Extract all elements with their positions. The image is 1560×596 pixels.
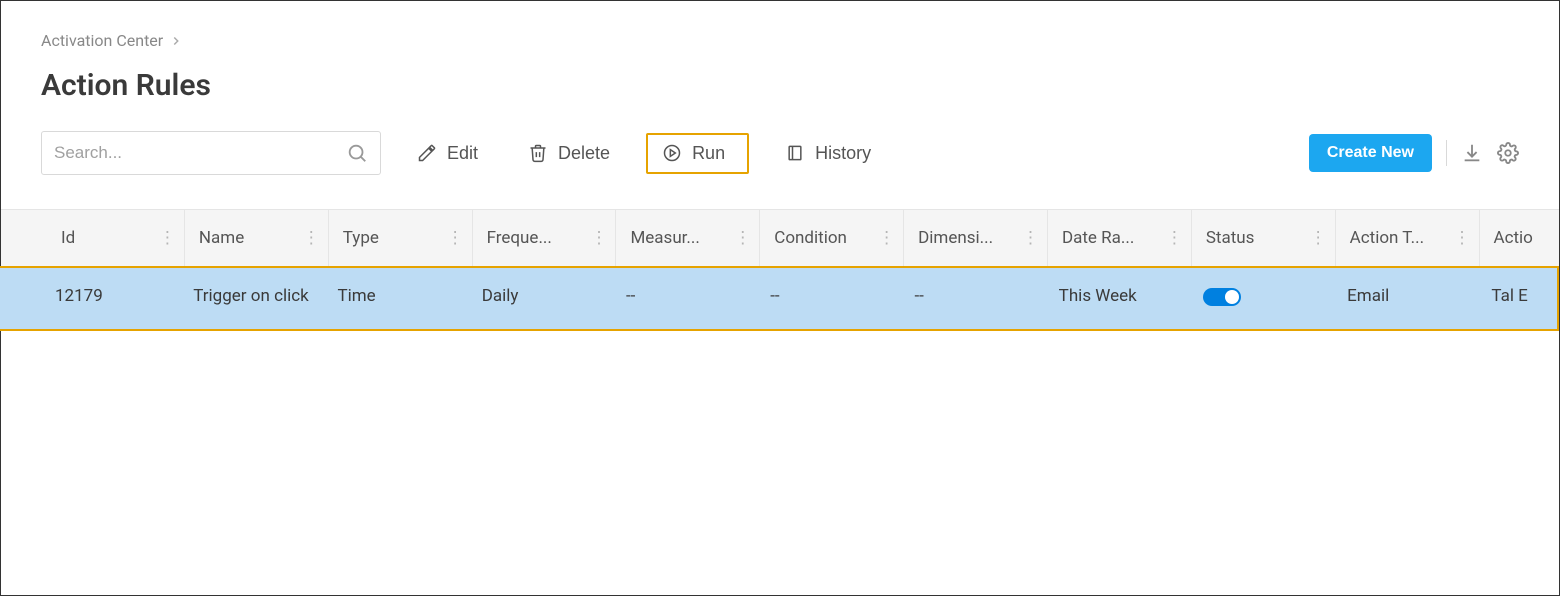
cell-id: 12179	[35, 268, 179, 329]
col-menu-icon[interactable]: ⋮	[878, 228, 895, 248]
delete-button[interactable]: Delete	[514, 135, 624, 172]
chevron-right-icon	[169, 34, 183, 48]
search-input[interactable]	[54, 143, 346, 163]
edit-label: Edit	[447, 143, 478, 164]
col-status[interactable]: Status⋮	[1192, 210, 1336, 266]
cell-frequency: Daily	[468, 268, 612, 329]
cell-action-last: Tal E	[1477, 268, 1557, 329]
col-condition[interactable]: Condition⋮	[760, 210, 904, 266]
cell-dimension: --	[900, 268, 1044, 329]
cell-status	[1189, 268, 1333, 329]
breadcrumb[interactable]: Activation Center	[41, 31, 1519, 50]
cell-measure: --	[612, 268, 756, 329]
col-dimension[interactable]: Dimensi...⋮	[904, 210, 1048, 266]
delete-label: Delete	[558, 143, 610, 164]
run-button[interactable]: Run	[646, 133, 749, 174]
history-button[interactable]: History	[771, 135, 885, 172]
col-date-range[interactable]: Date Ra...⋮	[1048, 210, 1192, 266]
history-label: History	[815, 143, 871, 164]
play-circle-icon	[662, 143, 682, 163]
book-icon	[785, 143, 805, 163]
edit-button[interactable]: Edit	[403, 135, 492, 172]
col-menu-icon[interactable]: ⋮	[1022, 228, 1039, 248]
divider	[1446, 140, 1447, 166]
col-menu-icon[interactable]: ⋮	[159, 228, 176, 248]
table-header: Id⋮ Name⋮ Type⋮ Freque...⋮ Measur...⋮ Co…	[41, 210, 1559, 266]
col-menu-icon[interactable]: ⋮	[1166, 228, 1183, 248]
status-toggle[interactable]	[1203, 288, 1241, 306]
page-title: Action Rules	[41, 68, 1519, 103]
col-menu-icon[interactable]: ⋮	[303, 228, 320, 248]
col-menu-icon[interactable]: ⋮	[590, 228, 607, 248]
search-box[interactable]	[41, 131, 381, 175]
breadcrumb-label: Activation Center	[41, 31, 163, 50]
col-menu-icon[interactable]: ⋮	[1310, 228, 1327, 248]
create-new-button[interactable]: Create New	[1309, 134, 1432, 172]
cell-type: Time	[324, 268, 468, 329]
col-menu-icon[interactable]: ⋮	[447, 228, 464, 248]
col-action-last[interactable]: Actio	[1480, 210, 1559, 266]
cell-name: Trigger on click	[179, 268, 323, 329]
col-frequency[interactable]: Freque...⋮	[473, 210, 617, 266]
toolbar: Edit Delete Run History Create New	[41, 131, 1519, 175]
gear-icon[interactable]	[1497, 142, 1519, 164]
cell-date-range: This Week	[1045, 268, 1189, 329]
col-id[interactable]: Id⋮	[41, 210, 185, 266]
download-icon[interactable]	[1461, 142, 1483, 164]
col-name[interactable]: Name⋮	[185, 210, 329, 266]
cell-condition: --	[756, 268, 900, 329]
col-type[interactable]: Type⋮	[329, 210, 473, 266]
search-icon[interactable]	[346, 142, 368, 164]
run-label: Run	[692, 143, 725, 164]
table-row[interactable]: 12179 Trigger on click Time Daily -- -- …	[0, 266, 1559, 331]
col-measure[interactable]: Measur...⋮	[616, 210, 760, 266]
col-action-type[interactable]: Action T...⋮	[1336, 210, 1480, 266]
pencil-icon	[417, 143, 437, 163]
col-menu-icon[interactable]: ⋮	[1454, 228, 1471, 248]
table: Id⋮ Name⋮ Type⋮ Freque...⋮ Measur...⋮ Co…	[1, 209, 1559, 331]
trash-icon	[528, 143, 548, 163]
col-menu-icon[interactable]: ⋮	[734, 228, 751, 248]
cell-action-type: Email	[1333, 268, 1477, 329]
